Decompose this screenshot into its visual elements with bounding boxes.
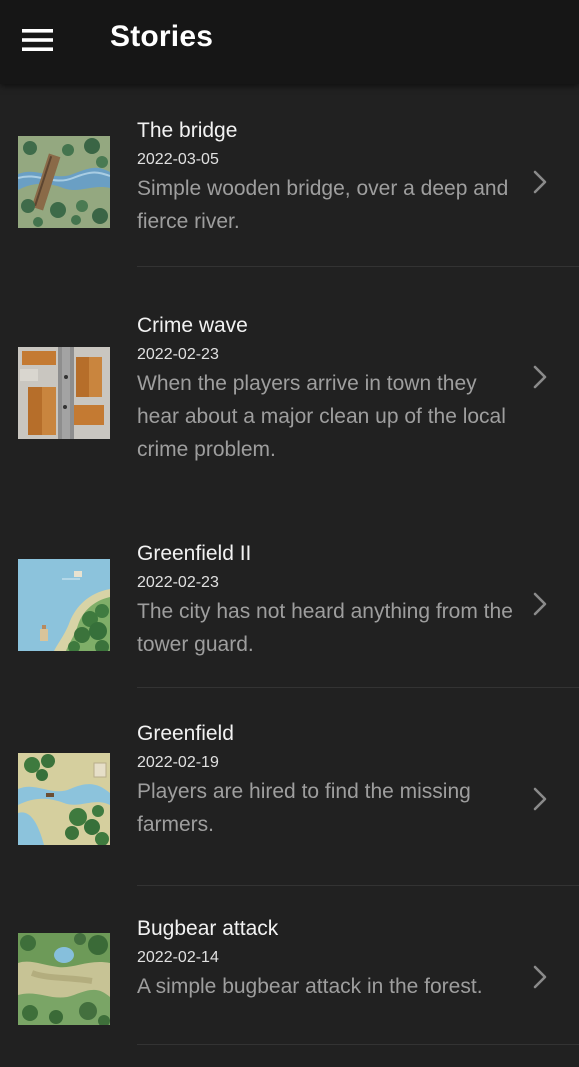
story-date: 2022-02-19 xyxy=(137,754,219,771)
list-divider xyxy=(137,266,579,267)
story-text: Bugbear attack 2022-02-14 A simple bugbe… xyxy=(137,916,522,1003)
story-item-bugbear-attack[interactable]: Bugbear attack 2022-02-14 A simple bugbe… xyxy=(0,886,579,1067)
chevron-right-icon xyxy=(533,365,547,389)
story-description: The city has not heard anything from the… xyxy=(137,600,513,656)
story-thumbnail xyxy=(18,136,110,228)
story-title: Bugbear attack xyxy=(137,917,279,940)
story-description: When the players arrive in town they hea… xyxy=(137,372,506,461)
story-item-the-bridge[interactable]: The bridge 2022-03-05 Simple wooden brid… xyxy=(0,84,579,268)
story-title: The bridge xyxy=(137,119,238,142)
story-thumbnail xyxy=(18,347,110,439)
story-thumbnail xyxy=(18,753,110,845)
story-title: Greenfield II xyxy=(137,542,252,565)
story-item-crime-wave[interactable]: Crime wave 2022-02-23 When the players a… xyxy=(0,268,579,492)
chevron-right-icon xyxy=(533,965,547,989)
story-date: 2022-03-05 xyxy=(137,151,219,168)
chevron-right-icon xyxy=(533,592,547,616)
list-divider xyxy=(137,1044,579,1045)
app-bar: Stories xyxy=(0,0,579,84)
story-item-greenfield-ii[interactable]: Greenfield II 2022-02-23 The city has no… xyxy=(0,492,579,688)
story-title: Greenfield xyxy=(137,722,234,745)
story-description: Simple wooden bridge, over a deep and fi… xyxy=(137,177,509,233)
story-list: The bridge 2022-03-05 Simple wooden brid… xyxy=(0,84,579,1067)
story-text: Crime wave 2022-02-23 When the players a… xyxy=(137,313,522,466)
chevron-right-icon xyxy=(533,787,547,811)
hamburger-menu-icon[interactable] xyxy=(22,28,54,52)
menu-button[interactable] xyxy=(10,16,66,64)
story-text: Greenfield 2022-02-19 Players are hired … xyxy=(137,721,522,841)
story-thumbnail xyxy=(18,559,110,651)
story-description: A simple bugbear attack in the forest. xyxy=(137,975,483,998)
story-date: 2022-02-14 xyxy=(137,949,219,966)
story-title: Crime wave xyxy=(137,314,248,337)
story-text: Greenfield II 2022-02-23 The city has no… xyxy=(137,541,522,661)
story-date: 2022-02-23 xyxy=(137,346,219,363)
story-text: The bridge 2022-03-05 Simple wooden brid… xyxy=(137,118,522,238)
story-item-greenfield[interactable]: Greenfield 2022-02-19 Players are hired … xyxy=(0,688,579,886)
story-description: Players are hired to find the missing fa… xyxy=(137,780,471,836)
story-date: 2022-02-23 xyxy=(137,574,219,591)
story-thumbnail xyxy=(18,933,110,1025)
page-title: Stories xyxy=(110,20,214,53)
chevron-right-icon xyxy=(533,170,547,194)
